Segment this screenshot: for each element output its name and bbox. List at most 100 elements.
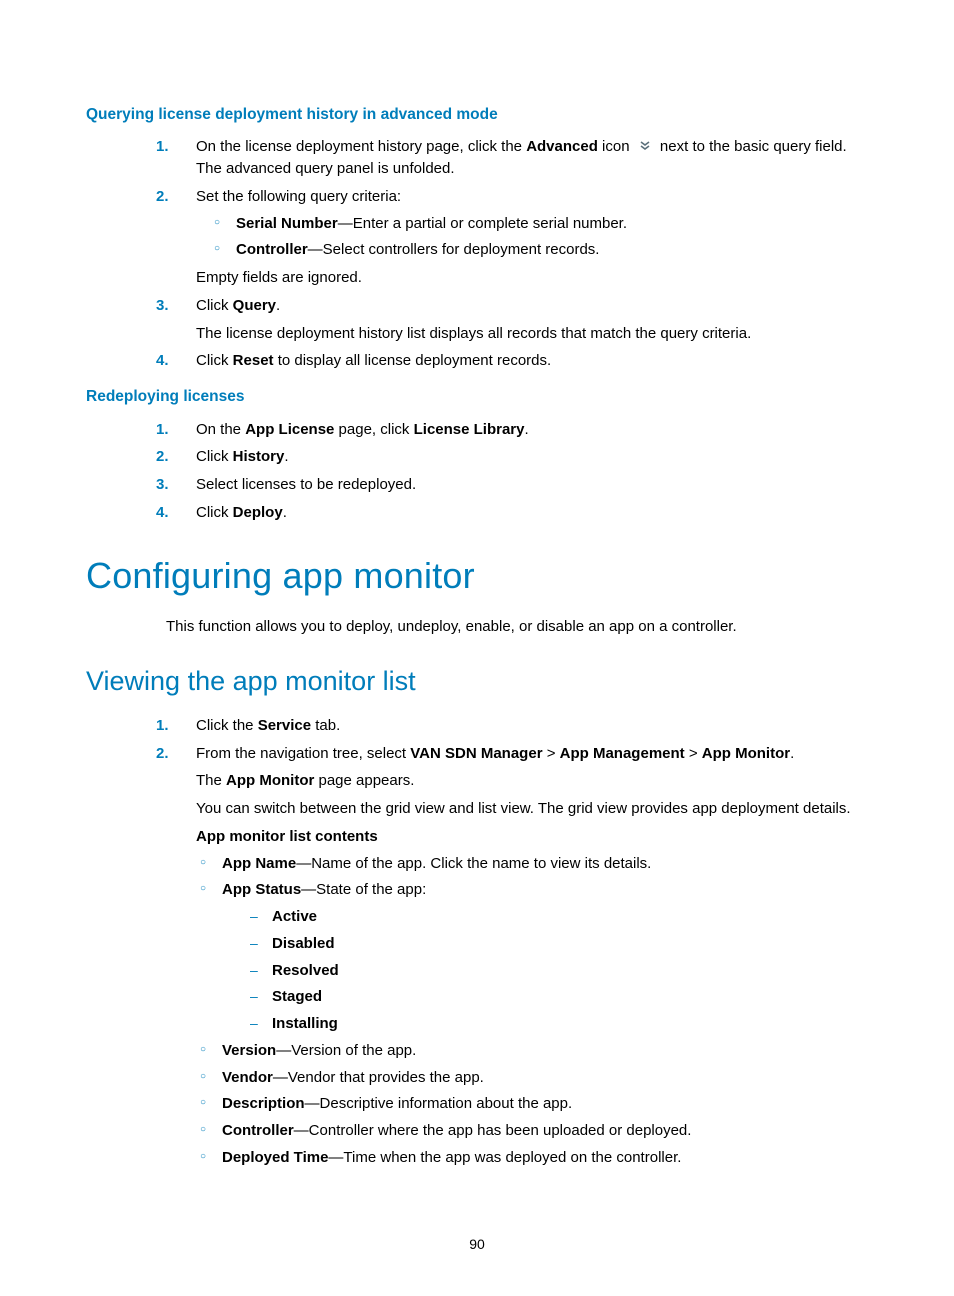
text: . — [284, 448, 288, 465]
bullet-item: Vendor—Vendor that provides the app. — [200, 1067, 868, 1089]
paragraph: This function allows you to deploy, unde… — [166, 616, 868, 638]
bold-text: License Library — [414, 421, 525, 438]
bold-text: VAN SDN Manager — [410, 745, 542, 762]
paragraph: The App Monitor page appears. — [196, 770, 868, 792]
text: The — [196, 772, 226, 789]
list-item: 1. On the license deployment history pag… — [156, 136, 868, 180]
text: Click — [196, 352, 233, 369]
text: On the — [196, 421, 245, 438]
text: . — [276, 297, 280, 314]
text: Click — [196, 448, 233, 465]
dash-item: Disabled — [250, 933, 868, 955]
text: —Enter a partial or complete serial numb… — [338, 215, 627, 232]
bold-text: Service — [258, 717, 311, 734]
list-item: 4. Click Deploy. — [156, 502, 868, 524]
text: —Time when the app was deployed on the c… — [328, 1149, 681, 1166]
text: Set the following query criteria: — [196, 188, 401, 205]
text: . — [283, 504, 287, 521]
list-marker: 3. — [156, 474, 169, 496]
text: —Vendor that provides the app. — [273, 1069, 484, 1086]
text: > — [543, 745, 560, 762]
list-marker: 1. — [156, 715, 169, 737]
bullet-item: Controller—Select controllers for deploy… — [214, 239, 868, 261]
text: From the navigation tree, select — [196, 745, 410, 762]
bold-text: Deployed Time — [222, 1149, 328, 1166]
bold-text: Deploy — [233, 504, 283, 521]
dash-list: Active Disabled Resolved Staged Installi… — [250, 906, 868, 1035]
text: —State of the app: — [301, 881, 426, 898]
list-item: 3. Select licenses to be redeployed. — [156, 474, 868, 496]
bullet-item: Version—Version of the app. — [200, 1040, 868, 1062]
list-marker: 2. — [156, 186, 169, 208]
list-item: 2. Click History. — [156, 446, 868, 468]
bold-text: Vendor — [222, 1069, 273, 1086]
text: Click — [196, 297, 233, 314]
text: Click the — [196, 717, 258, 734]
dash-item: Installing — [250, 1013, 868, 1035]
list-marker: 4. — [156, 502, 169, 524]
document-page: Querying license deployment history in a… — [0, 0, 954, 1296]
bold-text: App Monitor — [702, 745, 790, 762]
bullet-item: App Status—State of the app: Active Disa… — [200, 879, 868, 1035]
list-item: 1. On the App License page, click Licens… — [156, 419, 868, 441]
text: —Controller where the app has been uploa… — [294, 1122, 692, 1139]
list-marker: 2. — [156, 446, 169, 468]
bold-text: Controller — [222, 1122, 294, 1139]
bold-text: App License — [245, 421, 334, 438]
text: . — [790, 745, 794, 762]
dash-item: Staged — [250, 986, 868, 1008]
list-marker: 1. — [156, 419, 169, 441]
ordered-list: 1. On the App License page, click Licens… — [156, 419, 868, 524]
bold-text: App Management — [560, 745, 685, 762]
bold-text: Installing — [272, 1015, 338, 1032]
subheading-contents: App monitor list contents — [196, 826, 868, 848]
heading-query-advanced: Querying license deployment history in a… — [86, 104, 868, 126]
ordered-list: 1. On the license deployment history pag… — [156, 136, 868, 372]
bullet-item: Serial Number—Enter a partial or complet… — [214, 213, 868, 235]
bold-text: Version — [222, 1042, 276, 1059]
bold-text: Staged — [272, 988, 322, 1005]
list-marker: 3. — [156, 295, 169, 317]
bullet-list: Serial Number—Enter a partial or complet… — [214, 213, 868, 262]
text: —Descriptive information about the app. — [305, 1095, 573, 1112]
paragraph: You can switch between the grid view and… — [196, 798, 868, 820]
text: . — [525, 421, 529, 438]
ordered-list: 1. Click the Service tab. 2. From the na… — [156, 715, 868, 1169]
text: icon — [598, 138, 634, 155]
list-marker: 4. — [156, 350, 169, 372]
text: page, click — [334, 421, 413, 438]
dash-item: Active — [250, 906, 868, 928]
list-item: 4. Click Reset to display all license de… — [156, 350, 868, 372]
bullet-list: App Name—Name of the app. Click the name… — [200, 853, 868, 1169]
text: page appears. — [314, 772, 414, 789]
heading-redeploying: Redeploying licenses — [86, 386, 868, 408]
bullet-item: Controller—Controller where the app has … — [200, 1120, 868, 1142]
text: > — [685, 745, 702, 762]
bold-text: App Name — [222, 855, 296, 872]
bold-text: Query — [233, 297, 276, 314]
bullet-item: Deployed Time—Time when the app was depl… — [200, 1147, 868, 1169]
list-item: 2. Set the following query criteria: Ser… — [156, 186, 868, 289]
bold-text: Controller — [236, 241, 308, 258]
page-number: 90 — [0, 1234, 954, 1254]
bullet-item: App Name—Name of the app. Click the name… — [200, 853, 868, 875]
heading-configuring: Configuring app monitor — [86, 550, 868, 602]
bold-text: App monitor list contents — [196, 828, 378, 845]
text: —Name of the app. Click the name to view… — [296, 855, 651, 872]
bold-text: Active — [272, 908, 317, 925]
bold-text: Resolved — [272, 962, 339, 979]
dash-item: Resolved — [250, 960, 868, 982]
bold-text: Reset — [233, 352, 274, 369]
text: —Version of the app. — [276, 1042, 416, 1059]
heading-viewing: Viewing the app monitor list — [86, 662, 868, 701]
bold-text: App Monitor — [226, 772, 314, 789]
list-item: 3. Click Query. The license deployment h… — [156, 295, 868, 345]
list-item: 2. From the navigation tree, select VAN … — [156, 743, 868, 1169]
text: Empty fields are ignored. — [196, 267, 868, 289]
bold-text: Advanced — [526, 138, 598, 155]
text: —Select controllers for deployment recor… — [308, 241, 600, 258]
text: Click — [196, 504, 233, 521]
text: Select licenses to be redeployed. — [196, 476, 416, 493]
list-item: 1. Click the Service tab. — [156, 715, 868, 737]
advanced-expand-icon — [638, 139, 652, 153]
